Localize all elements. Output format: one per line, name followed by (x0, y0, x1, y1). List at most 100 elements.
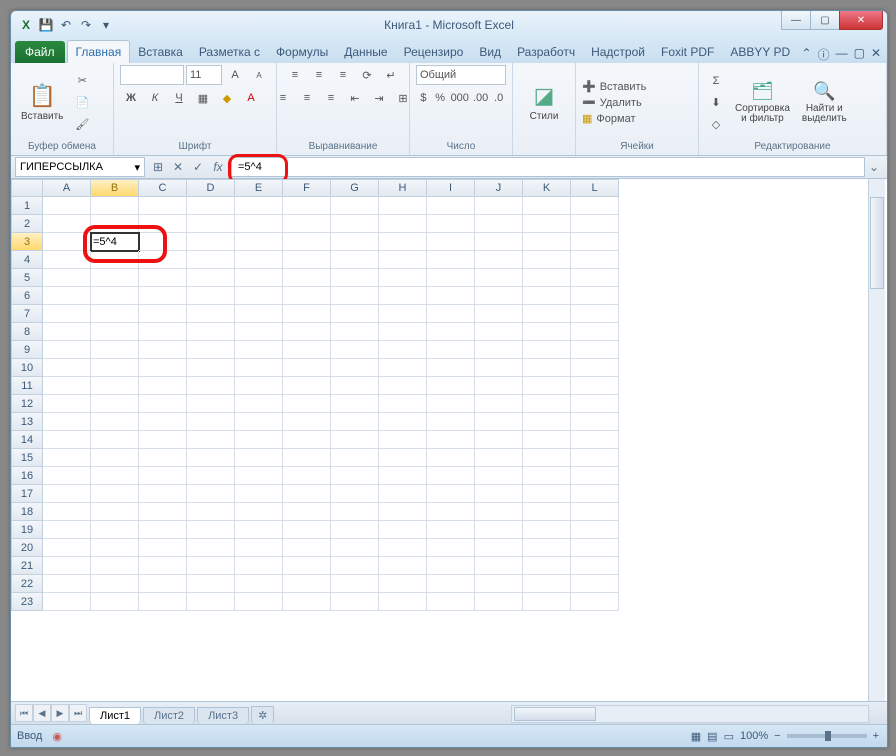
cell-F17[interactable] (283, 485, 331, 503)
cell-L12[interactable] (571, 395, 619, 413)
cell-C3[interactable] (139, 233, 187, 251)
row-header-10[interactable]: 10 (11, 359, 43, 377)
row-header-15[interactable]: 15 (11, 449, 43, 467)
cell-I19[interactable] (427, 521, 475, 539)
cell-L16[interactable] (571, 467, 619, 485)
cell-L21[interactable] (571, 557, 619, 575)
cell-F15[interactable] (283, 449, 331, 467)
format-cells-button[interactable]: ▦Формат (582, 112, 646, 125)
tab-addin[interactable]: Надстрой (583, 41, 653, 63)
cell-J1[interactable] (475, 197, 523, 215)
cell-C9[interactable] (139, 341, 187, 359)
cell-G12[interactable] (331, 395, 379, 413)
align-mid-button[interactable]: ≡ (308, 65, 330, 85)
view-normal-button[interactable]: ▦ (691, 730, 701, 743)
font-size-select[interactable]: 11 (186, 65, 222, 85)
cell-G8[interactable] (331, 323, 379, 341)
cell-L13[interactable] (571, 413, 619, 431)
row-header-3[interactable]: 3 (11, 233, 43, 251)
autosum-button[interactable]: Σ (705, 71, 727, 91)
cell-C19[interactable] (139, 521, 187, 539)
row-header-4[interactable]: 4 (11, 251, 43, 269)
indent-inc-button[interactable]: ⇥ (368, 88, 390, 108)
cell-B3[interactable]: =5^4 (91, 233, 139, 251)
fx-button[interactable]: fx (209, 158, 227, 176)
cell-A8[interactable] (43, 323, 91, 341)
cell-B2[interactable] (91, 215, 139, 233)
paste-button[interactable]: 📋Вставить (17, 81, 67, 124)
cell-F2[interactable] (283, 215, 331, 233)
name-box-dropdown-icon[interactable]: ▾ (134, 161, 140, 174)
cell-G20[interactable] (331, 539, 379, 557)
cell-G6[interactable] (331, 287, 379, 305)
cell-A5[interactable] (43, 269, 91, 287)
cell-F23[interactable] (283, 593, 331, 611)
cell-B13[interactable] (91, 413, 139, 431)
indent-dec-button[interactable]: ⇤ (344, 88, 366, 108)
cell-A12[interactable] (43, 395, 91, 413)
cell-H1[interactable] (379, 197, 427, 215)
cell-C10[interactable] (139, 359, 187, 377)
cell-K3[interactable] (523, 233, 571, 251)
insert-cells-button[interactable]: ➕Вставить (582, 80, 646, 93)
row-header-5[interactable]: 5 (11, 269, 43, 287)
minimize-button[interactable]: — (781, 11, 811, 30)
range-icon[interactable]: ⊞ (149, 158, 167, 176)
cell-F11[interactable] (283, 377, 331, 395)
col-header-B[interactable]: B (91, 179, 139, 197)
cell-B4[interactable] (91, 251, 139, 269)
cell-K11[interactable] (523, 377, 571, 395)
comma-button[interactable]: 000 (450, 88, 470, 108)
col-header-J[interactable]: J (475, 179, 523, 197)
cell-G7[interactable] (331, 305, 379, 323)
cell-D2[interactable] (187, 215, 235, 233)
cell-G1[interactable] (331, 197, 379, 215)
new-sheet-button[interactable]: ✲ (251, 706, 274, 724)
cell-H4[interactable] (379, 251, 427, 269)
cell-E12[interactable] (235, 395, 283, 413)
cell-J16[interactable] (475, 467, 523, 485)
cell-K19[interactable] (523, 521, 571, 539)
align-top-button[interactable]: ≡ (284, 65, 306, 85)
cell-F5[interactable] (283, 269, 331, 287)
vertical-scrollbar[interactable] (868, 179, 885, 701)
col-header-F[interactable]: F (283, 179, 331, 197)
row-header-23[interactable]: 23 (11, 593, 43, 611)
cell-G18[interactable] (331, 503, 379, 521)
cell-J23[interactable] (475, 593, 523, 611)
cell-C5[interactable] (139, 269, 187, 287)
cell-L23[interactable] (571, 593, 619, 611)
cell-J14[interactable] (475, 431, 523, 449)
cell-L20[interactable] (571, 539, 619, 557)
cell-K20[interactable] (523, 539, 571, 557)
cell-H9[interactable] (379, 341, 427, 359)
cell-E6[interactable] (235, 287, 283, 305)
cell-L7[interactable] (571, 305, 619, 323)
row-header-8[interactable]: 8 (11, 323, 43, 341)
cell-D12[interactable] (187, 395, 235, 413)
zoom-in-button[interactable]: + (873, 730, 879, 742)
cell-B11[interactable] (91, 377, 139, 395)
row-header-18[interactable]: 18 (11, 503, 43, 521)
zoom-level[interactable]: 100% (740, 730, 768, 742)
row-header-17[interactable]: 17 (11, 485, 43, 503)
font-color-button[interactable]: A (240, 88, 262, 108)
shrink-font-button[interactable]: A (248, 65, 270, 85)
cell-D15[interactable] (187, 449, 235, 467)
underline-button[interactable]: Ч (168, 88, 190, 108)
cell-C8[interactable] (139, 323, 187, 341)
row-header-13[interactable]: 13 (11, 413, 43, 431)
cell-C12[interactable] (139, 395, 187, 413)
row-header-2[interactable]: 2 (11, 215, 43, 233)
cell-E7[interactable] (235, 305, 283, 323)
col-header-D[interactable]: D (187, 179, 235, 197)
cell-J18[interactable] (475, 503, 523, 521)
cell-I12[interactable] (427, 395, 475, 413)
cell-E11[interactable] (235, 377, 283, 395)
name-box[interactable]: ГИПЕРССЫЛКА▾ (15, 157, 145, 177)
cell-H17[interactable] (379, 485, 427, 503)
cell-G22[interactable] (331, 575, 379, 593)
cell-I3[interactable] (427, 233, 475, 251)
number-format-select[interactable]: Общий (416, 65, 506, 85)
cell-B17[interactable] (91, 485, 139, 503)
